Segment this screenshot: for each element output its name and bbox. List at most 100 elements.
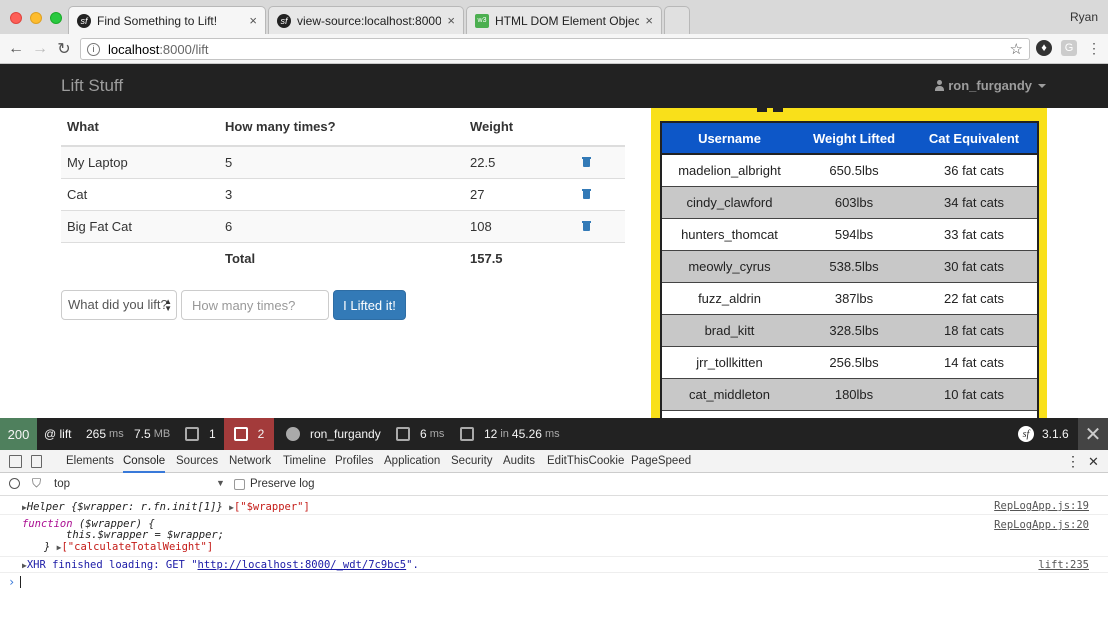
table-row: cindy_clawford 603lbs 34 fat cats [660,186,1039,219]
device-mode-icon[interactable] [31,455,42,468]
tab-label: Find Something to Lift! [97,13,218,28]
browser-menu-icon[interactable]: ⋮ [1086,40,1102,56]
column-header: Weight [464,108,576,147]
trash-icon[interactable] [582,220,591,231]
console-message-text[interactable]: ▶XHR finished loading: GET "http://local… [22,559,419,571]
leader-username: fuzz_aldrin [660,282,797,315]
db-in: in [500,428,509,440]
helper-object: Helper {$wrapper: r.fn.init[1]} [26,501,223,513]
status-code-badge[interactable]: 200 [0,418,37,450]
context-select[interactable]: top [54,478,70,490]
security-count: 2 [257,427,265,441]
clear-console-icon[interactable] [9,478,20,489]
leaderboard-decor [773,108,783,112]
back-arrow-icon[interactable]: ← [6,39,26,59]
row-what: Big Fat Cat [61,209,219,242]
close-tab-icon[interactable]: × [645,13,653,28]
column-header: Username [660,121,797,155]
tab-profiles[interactable]: Profiles [335,450,373,473]
xhr-text: XHR finished loading: GET " [26,559,198,571]
tab-elements[interactable]: Elements [66,450,114,473]
context-dropdown-icon[interactable]: ▼ [216,478,225,488]
memory-value: 7.5 [134,427,151,441]
close-window-button[interactable] [10,12,22,24]
reload-icon[interactable]: ↻ [54,39,74,59]
close-toolbar-icon[interactable]: ✕ [1078,418,1108,450]
console-message-text[interactable]: ▶Helper {$wrapper: r.fn.init[1]} ▶["$wra… [22,501,310,513]
close-tab-icon[interactable]: × [447,13,455,28]
tab-editthiscookie[interactable]: EditThisCookie [547,450,624,473]
tab-console[interactable]: Console [123,450,166,473]
browser-tab-find-something[interactable]: sf Find Something to Lift! × [68,6,266,34]
info-icon[interactable]: i [87,42,100,56]
item-select[interactable]: What did you lift? ▲ ▼ [61,290,177,320]
xhr-url[interactable]: http://localhost:8000/_wdt/7c9bc5 [198,559,407,571]
preserve-log-checkbox[interactable] [234,479,245,490]
trash-icon[interactable] [582,188,591,199]
leaderboard-panel: Username Weight Lifted Cat Equivalent ma… [651,108,1047,418]
leaderboard-decor [757,108,767,112]
console-message: ▶XHR finished loading: GET "http://local… [0,557,1108,573]
template-icon [396,427,410,441]
bookmark-star-icon[interactable]: ☆ [1010,40,1023,58]
console-input[interactable] [20,576,21,588]
security-panel[interactable]: 2 [224,418,274,450]
tab-timeline[interactable]: Timeline [283,450,326,473]
lift-submit-button[interactable]: I Lifted it! [333,290,406,320]
leader-weight: 538.5lbs [797,250,911,283]
symfony-version[interactable]: sf 3.1.6 [1018,418,1069,450]
address-bar[interactable]: i localhost:8000/lift ☆ [80,38,1030,60]
browser-profile-name[interactable]: Ryan [1070,10,1098,24]
close-tab-icon[interactable]: × [249,13,257,28]
source-link[interactable]: RepLogApp.js:19 [994,500,1089,512]
devtools-menu-icon[interactable]: ⋮ [1066,450,1080,473]
table-row: madelion_albright 650.5lbs 36 fat cats [660,154,1039,187]
request-time[interactable]: 265 ms [86,418,124,450]
symfony-logo-icon: sf [1018,426,1034,442]
source-link[interactable]: RepLogApp.js:20 [994,519,1089,531]
leader-username: meowly_cyrus [660,250,797,283]
route-name[interactable]: @ lift [44,418,72,450]
leader-cell-empty [660,410,797,418]
minimize-window-button[interactable] [30,12,42,24]
db-time: 45.26 [511,427,542,441]
trash-icon[interactable] [582,156,591,167]
function-body: this.$wrapper = $wrapper; [66,529,225,541]
tab-audits[interactable]: Audits [503,450,535,473]
source-link[interactable]: lift:235 [1038,559,1089,571]
table-row: jrr_tollkitten 256.5lbs 14 fat cats [660,346,1039,379]
tab-network[interactable]: Network [229,450,271,473]
maximize-window-button[interactable] [50,12,62,24]
browser-tab-html-dom[interactable]: w3 HTML DOM Element Objects × [466,6,662,34]
db-queries: 12 [484,427,498,441]
close-devtools-icon[interactable]: ✕ [1088,450,1099,473]
memory-usage[interactable]: 7.5 MB [134,418,170,450]
forms-panel[interactable]: 1 [185,418,216,450]
leader-weight: 650.5lbs [797,154,911,187]
tab-label: HTML DOM Element Objects [495,13,640,28]
new-tab-button[interactable] [664,6,690,34]
brand-link[interactable]: Lift Stuff [61,76,123,96]
db-unit: ms [544,428,560,440]
function-keyword: function [22,518,73,530]
leader-username: cindy_clawford [660,186,797,219]
tab-application[interactable]: Application [384,450,440,473]
database-panel[interactable]: 12 in 45.26 ms [460,418,560,450]
user-panel[interactable]: ron_furgandy [286,418,381,450]
leader-cats: 10 fat cats [911,378,1039,411]
leader-cats: 30 fat cats [911,250,1039,283]
row-weight: 108 [464,209,576,242]
tab-pagespeed[interactable]: PageSpeed [631,450,691,473]
inspect-element-icon[interactable] [9,455,22,468]
forward-arrow-icon[interactable]: → [30,39,50,59]
user-dropdown[interactable]: ron_furgandy [935,78,1046,93]
browser-tab-view-source[interactable]: sf view-source:localhost:8000/lif × [268,6,464,34]
extension-g-icon[interactable]: G [1061,40,1077,56]
tab-sources[interactable]: Sources [176,450,218,473]
tab-security[interactable]: Security [451,450,493,473]
filter-icon[interactable]: ⛉ [32,476,41,491]
twig-panel[interactable]: 6 ms [396,418,444,450]
reps-input[interactable] [181,290,329,320]
extension-flame-icon[interactable]: ♦ [1036,40,1052,56]
total-label: Total [219,241,464,274]
